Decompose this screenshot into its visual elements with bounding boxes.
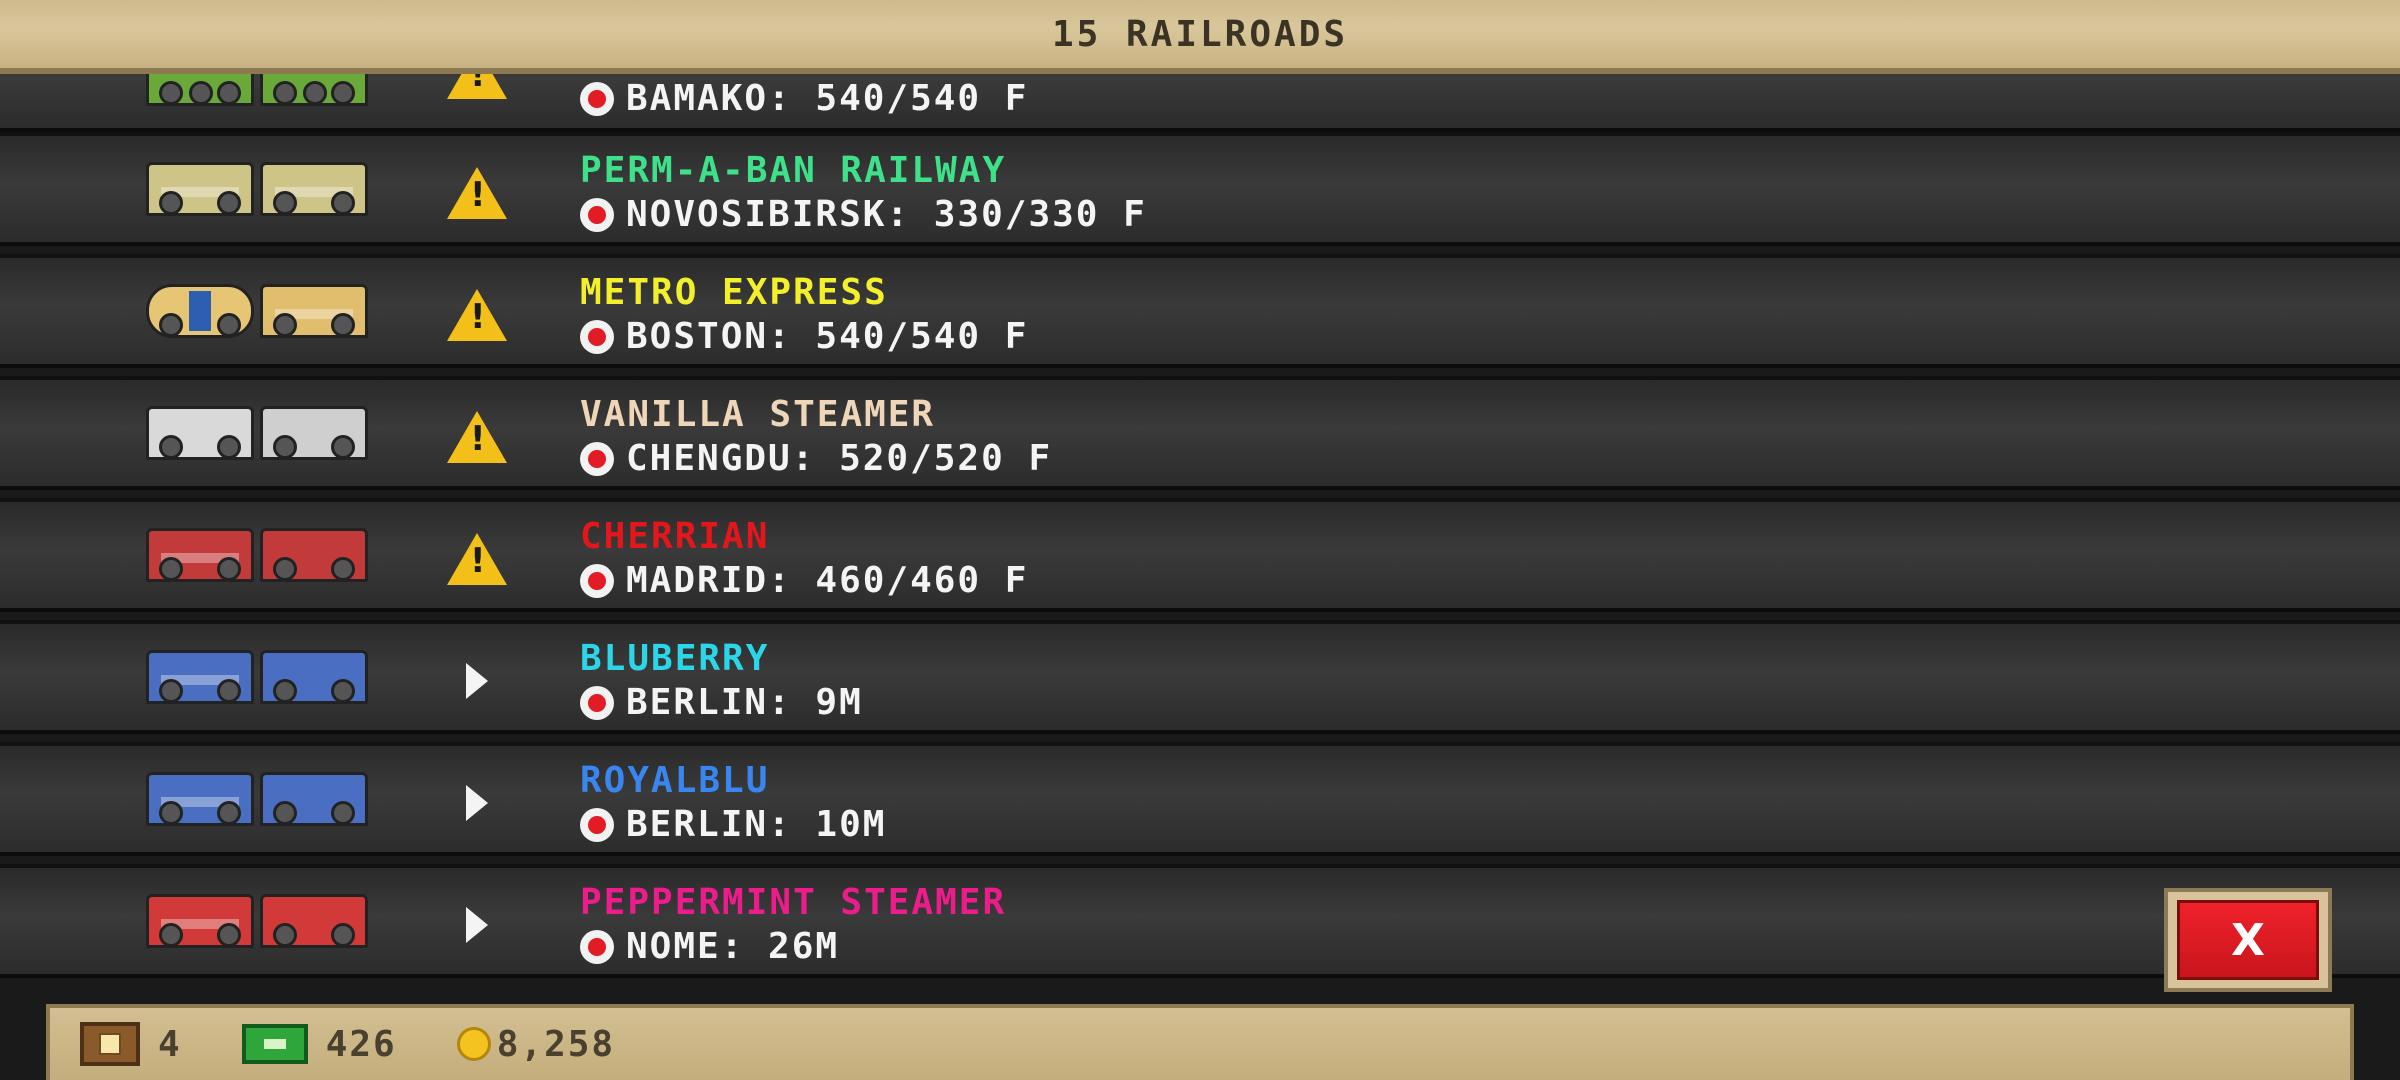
- warning-icon[interactable]: [446, 284, 508, 346]
- steam-locomotive: [260, 772, 368, 826]
- play-icon[interactable]: [446, 650, 508, 712]
- steam-locomotive: [260, 650, 368, 704]
- cash-icon: [241, 1024, 308, 1064]
- train-sprite: [146, 278, 374, 352]
- tender-car: [146, 406, 254, 460]
- steam-locomotive: [260, 528, 368, 582]
- railroad-name: BLUBERRY: [580, 638, 770, 679]
- train-sprite: [146, 400, 374, 474]
- crates-count: 4: [158, 1023, 182, 1065]
- railroad-row-royalblu[interactable]: ROYALBLU BERLIN: 10M: [0, 742, 2400, 856]
- locomotive-car: [260, 284, 368, 338]
- railroad-name: PERM-A-BAN RAILWAY: [580, 150, 1007, 191]
- cash-count: 426: [325, 1023, 397, 1065]
- location-pin-icon: [580, 81, 614, 116]
- tender-car: [146, 650, 254, 704]
- railroad-row-bluberry[interactable]: BLUBERRY BERLIN: 9M: [0, 620, 2400, 734]
- destination: BAMAKO: 540/540 F: [580, 78, 1028, 119]
- coins-stat: 8,258: [456, 1023, 616, 1065]
- destination: CHENGDU: 520/520 F: [580, 438, 1052, 479]
- railroad-name: VANILLA STEAMER: [580, 394, 936, 435]
- railroad-list[interactable]: BAMAKO: 540/540 F PERM-A-BAN RAILWAY NOV…: [0, 0, 2400, 1000]
- destination: BERLIN: 10M: [580, 804, 886, 845]
- warning-icon[interactable]: [446, 528, 508, 590]
- destination: NOVOSIBIRSK: 330/330 F: [580, 194, 1147, 235]
- coins-count: 8,258: [496, 1023, 616, 1065]
- header-bar: 15 RAILROADS: [0, 0, 2400, 74]
- location-pin-icon: [580, 563, 614, 598]
- steam-locomotive: [260, 406, 368, 460]
- play-icon[interactable]: [446, 772, 508, 834]
- location-pin-icon: [580, 319, 614, 354]
- cash-stat: 426: [241, 1023, 397, 1065]
- train-sprite: [146, 156, 374, 230]
- railroad-row-cherrian[interactable]: CHERRIAN MADRID: 460/460 F: [0, 498, 2400, 612]
- passenger-car: [146, 162, 254, 216]
- railroad-name: ROYALBLU: [580, 760, 770, 801]
- coin-icon: [456, 1027, 491, 1061]
- railroad-name: METRO EXPRESS: [580, 272, 888, 313]
- tender-car: [146, 772, 254, 826]
- railroad-row-peppermint-steamer[interactable]: PEPPERMINT STEAMER NOME: 26M: [0, 864, 2400, 978]
- tanker-car: [146, 284, 254, 338]
- tender-car: [146, 894, 254, 948]
- railroad-name: CHERRIAN: [580, 516, 770, 557]
- railroad-row-perm-a-ban[interactable]: PERM-A-BAN RAILWAY NOVOSIBIRSK: 330/330 …: [0, 132, 2400, 246]
- crate-icon: [80, 1022, 140, 1066]
- warning-icon[interactable]: [446, 406, 508, 468]
- tender-car: [146, 528, 254, 582]
- location-pin-icon: [580, 197, 614, 232]
- train-sprite: [146, 888, 374, 962]
- crates-stat: 4: [80, 1022, 182, 1066]
- train-sprite: [146, 766, 374, 840]
- train-sprite: [146, 522, 374, 596]
- destination: BERLIN: 9M: [580, 682, 863, 723]
- close-icon[interactable]: X: [2177, 900, 2319, 980]
- steam-locomotive: [260, 894, 368, 948]
- warning-icon[interactable]: [446, 162, 508, 224]
- location-pin-icon: [580, 441, 614, 476]
- railroad-name: PEPPERMINT STEAMER: [580, 882, 1007, 923]
- location-pin-icon: [580, 685, 614, 720]
- destination: NOME: 26M: [580, 926, 839, 967]
- locomotive-car: [260, 162, 368, 216]
- railroad-row-metro-express[interactable]: METRO EXPRESS BOSTON: 540/540 F: [0, 254, 2400, 368]
- location-pin-icon: [580, 807, 614, 842]
- train-sprite: [146, 644, 374, 718]
- railroad-row-vanilla-steamer[interactable]: VANILLA STEAMER CHENGDU: 520/520 F: [0, 376, 2400, 490]
- destination: MADRID: 460/460 F: [580, 560, 1028, 601]
- play-icon[interactable]: [446, 894, 508, 956]
- page-title: 15 RAILROADS: [1051, 13, 1349, 55]
- close-button[interactable]: X: [2164, 888, 2332, 992]
- location-pin-icon: [580, 929, 614, 964]
- destination: BOSTON: 540/540 F: [580, 316, 1028, 357]
- resource-bar: 4 426 8,258: [46, 1004, 2354, 1080]
